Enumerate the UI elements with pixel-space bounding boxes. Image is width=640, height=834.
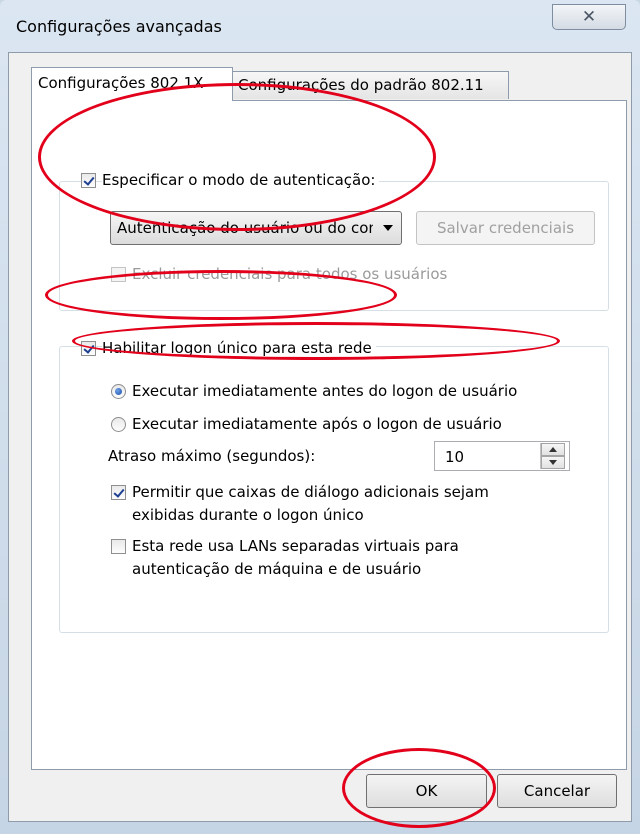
chevron-up-icon [549,447,557,452]
tab-80211-settings[interactable]: Configurações do padrão 802.11 [231,71,509,99]
max-delay-spinner[interactable]: 10 [434,441,570,471]
auth-mode-value: Autenticação do usuário ou do computador [117,219,373,237]
max-delay-label: Atraso máximo (segundos): [108,447,316,465]
spinner-up-button[interactable] [541,443,565,456]
spinner-down-button[interactable] [541,456,565,469]
cancel-button[interactable]: Cancelar [497,774,617,808]
specify-auth-mode-checkbox[interactable] [81,173,96,188]
save-credentials-button[interactable]: Salvar credenciais [416,211,595,245]
separate-vlans-checkbox[interactable] [111,539,126,554]
auth-mode-group [59,181,609,311]
chevron-down-icon [549,460,557,465]
max-delay-value[interactable]: 10 [445,448,464,466]
enable-sso-checkbox[interactable] [81,341,96,356]
advanced-settings-dialog: Configurações avançadas ✕ Configurações … [0,0,640,834]
chevron-down-icon [383,225,393,231]
specify-auth-mode-label: Especificar o modo de autenticação: [102,171,380,189]
spinner-buttons [540,443,565,469]
allow-additional-dialogs-checkbox[interactable] [111,485,126,500]
enable-sso-label: Habilitar logon único para esta rede [102,339,376,357]
ok-button[interactable]: OK [366,774,487,808]
tab-panel: Especificar o modo de autenticação: Aute… [31,100,627,770]
allow-additional-dialogs-label-line1: Permitir que caixas de diálogo adicionai… [132,483,489,501]
title-bar[interactable]: Configurações avançadas ✕ [0,0,640,52]
separate-vlans-label-line1: Esta rede usa LANs separadas virtuais pa… [132,537,459,555]
close-icon: ✕ [581,7,597,27]
allow-additional-dialogs-label-line2: exibidas durante o logon único [132,506,364,524]
run-after-logon-radio[interactable] [111,417,126,432]
delete-credentials-checkbox[interactable] [111,267,126,282]
separate-vlans-label-line2: autenticação de máquina e de usuário [132,560,422,578]
tab-8021x-settings[interactable]: Configurações 802.1X [31,67,233,101]
close-button[interactable]: ✕ [552,4,626,30]
window-title: Configurações avançadas [16,17,222,36]
run-before-logon-radio[interactable] [111,384,126,399]
auth-mode-select[interactable]: Autenticação do usuário ou do computador [110,211,402,245]
dialog-client-area: Configurações 802.1X Configurações do pa… [8,52,632,822]
delete-credentials-label: Excluir credenciais para todos os usuári… [132,265,448,283]
run-before-logon-label: Executar imediatamente antes do logon de… [132,382,518,400]
run-after-logon-label: Executar imediatamente após o logon de u… [132,415,502,433]
